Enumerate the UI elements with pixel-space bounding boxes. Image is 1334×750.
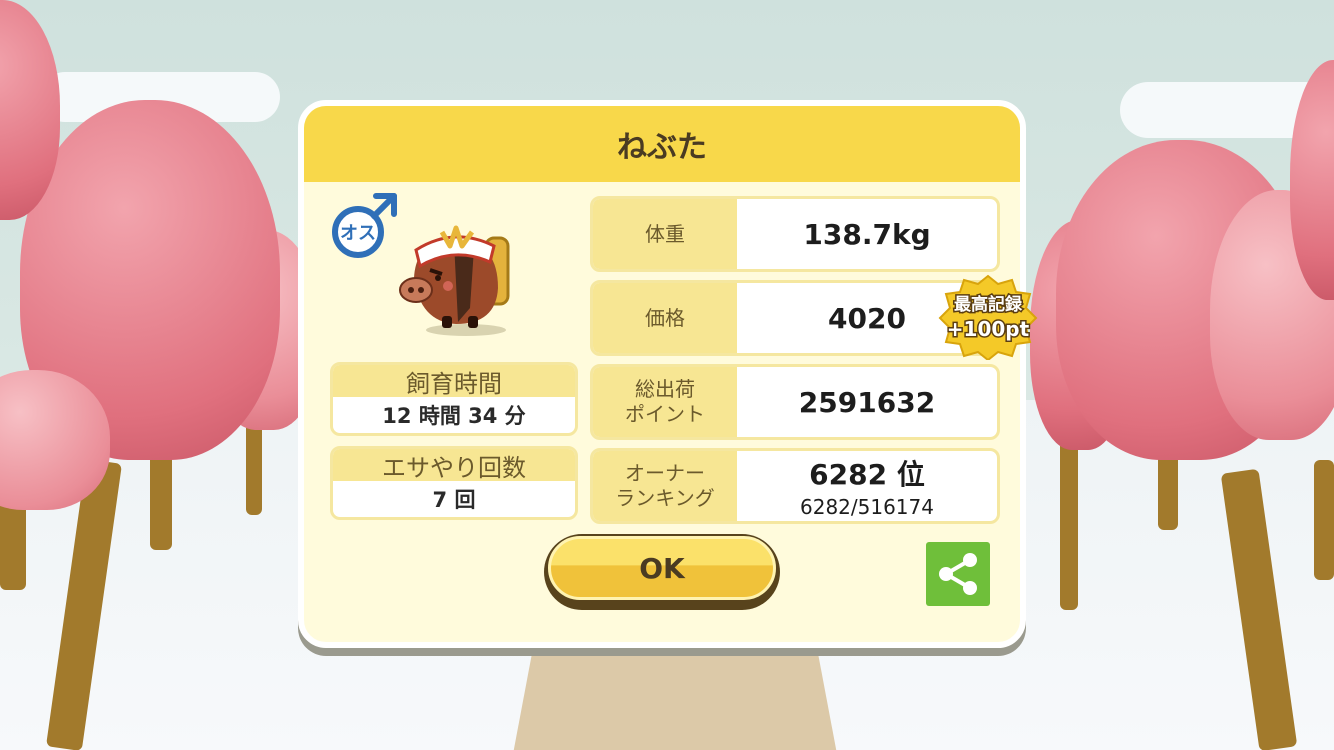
- tree-trunk: [1060, 430, 1078, 610]
- owner-ranking-value: 6282 位: [809, 458, 925, 491]
- ok-button-label[interactable]: OK: [548, 536, 776, 600]
- stat-row-weight: 体重 138.7kg: [590, 196, 1000, 272]
- tree-trunk: [246, 420, 262, 515]
- feeding-count-value: 7 回: [432, 488, 476, 512]
- best-record-badge: 最高記録 +100pt: [938, 274, 1038, 360]
- weight-value: 138.7kg: [803, 217, 931, 251]
- best-record-text: 最高記録: [954, 294, 1023, 315]
- stat-row-total-points: 総出荷 ポイント 2591632: [590, 364, 1000, 440]
- owner-ranking-label: オーナー ランキング: [593, 451, 737, 521]
- rearing-time-label: 飼育時間: [333, 365, 575, 398]
- weight-label: 体重: [593, 199, 737, 269]
- ok-button[interactable]: OK: [544, 534, 780, 610]
- feeding-count-box: エサやり回数 7 回: [330, 446, 578, 520]
- boar-character-icon: [399, 225, 510, 336]
- rearing-time-box: 飼育時間 12 時間 34 分: [330, 362, 578, 436]
- tree-trunk: [1314, 460, 1334, 580]
- total-points-label: 総出荷 ポイント: [593, 367, 737, 437]
- share-icon: [939, 553, 977, 595]
- feeding-count-label: エサやり回数: [333, 449, 575, 482]
- result-dialog: ねぶた オス 飼育時間 12 時間 34 分 エサやり回数 7 回 体重 138: [298, 100, 1038, 648]
- rearing-time-value: 12 時間 34 分: [382, 404, 526, 428]
- male-symbol-icon: オス: [332, 193, 397, 258]
- dirt-path: [510, 630, 840, 750]
- dialog-title: ねぶた: [304, 106, 1020, 182]
- bonus-points-text: +100pt: [947, 317, 1030, 341]
- price-label: 価格: [593, 283, 737, 353]
- price-value: 4020: [828, 301, 906, 335]
- stat-row-owner-ranking: オーナー ランキング 6282 位 6282/516174: [590, 448, 1000, 524]
- total-points-value: 2591632: [798, 385, 936, 419]
- share-button[interactable]: [926, 542, 990, 606]
- gender-badge-label: オス: [340, 223, 376, 244]
- owner-ranking-detail: 6282/516174: [800, 495, 934, 519]
